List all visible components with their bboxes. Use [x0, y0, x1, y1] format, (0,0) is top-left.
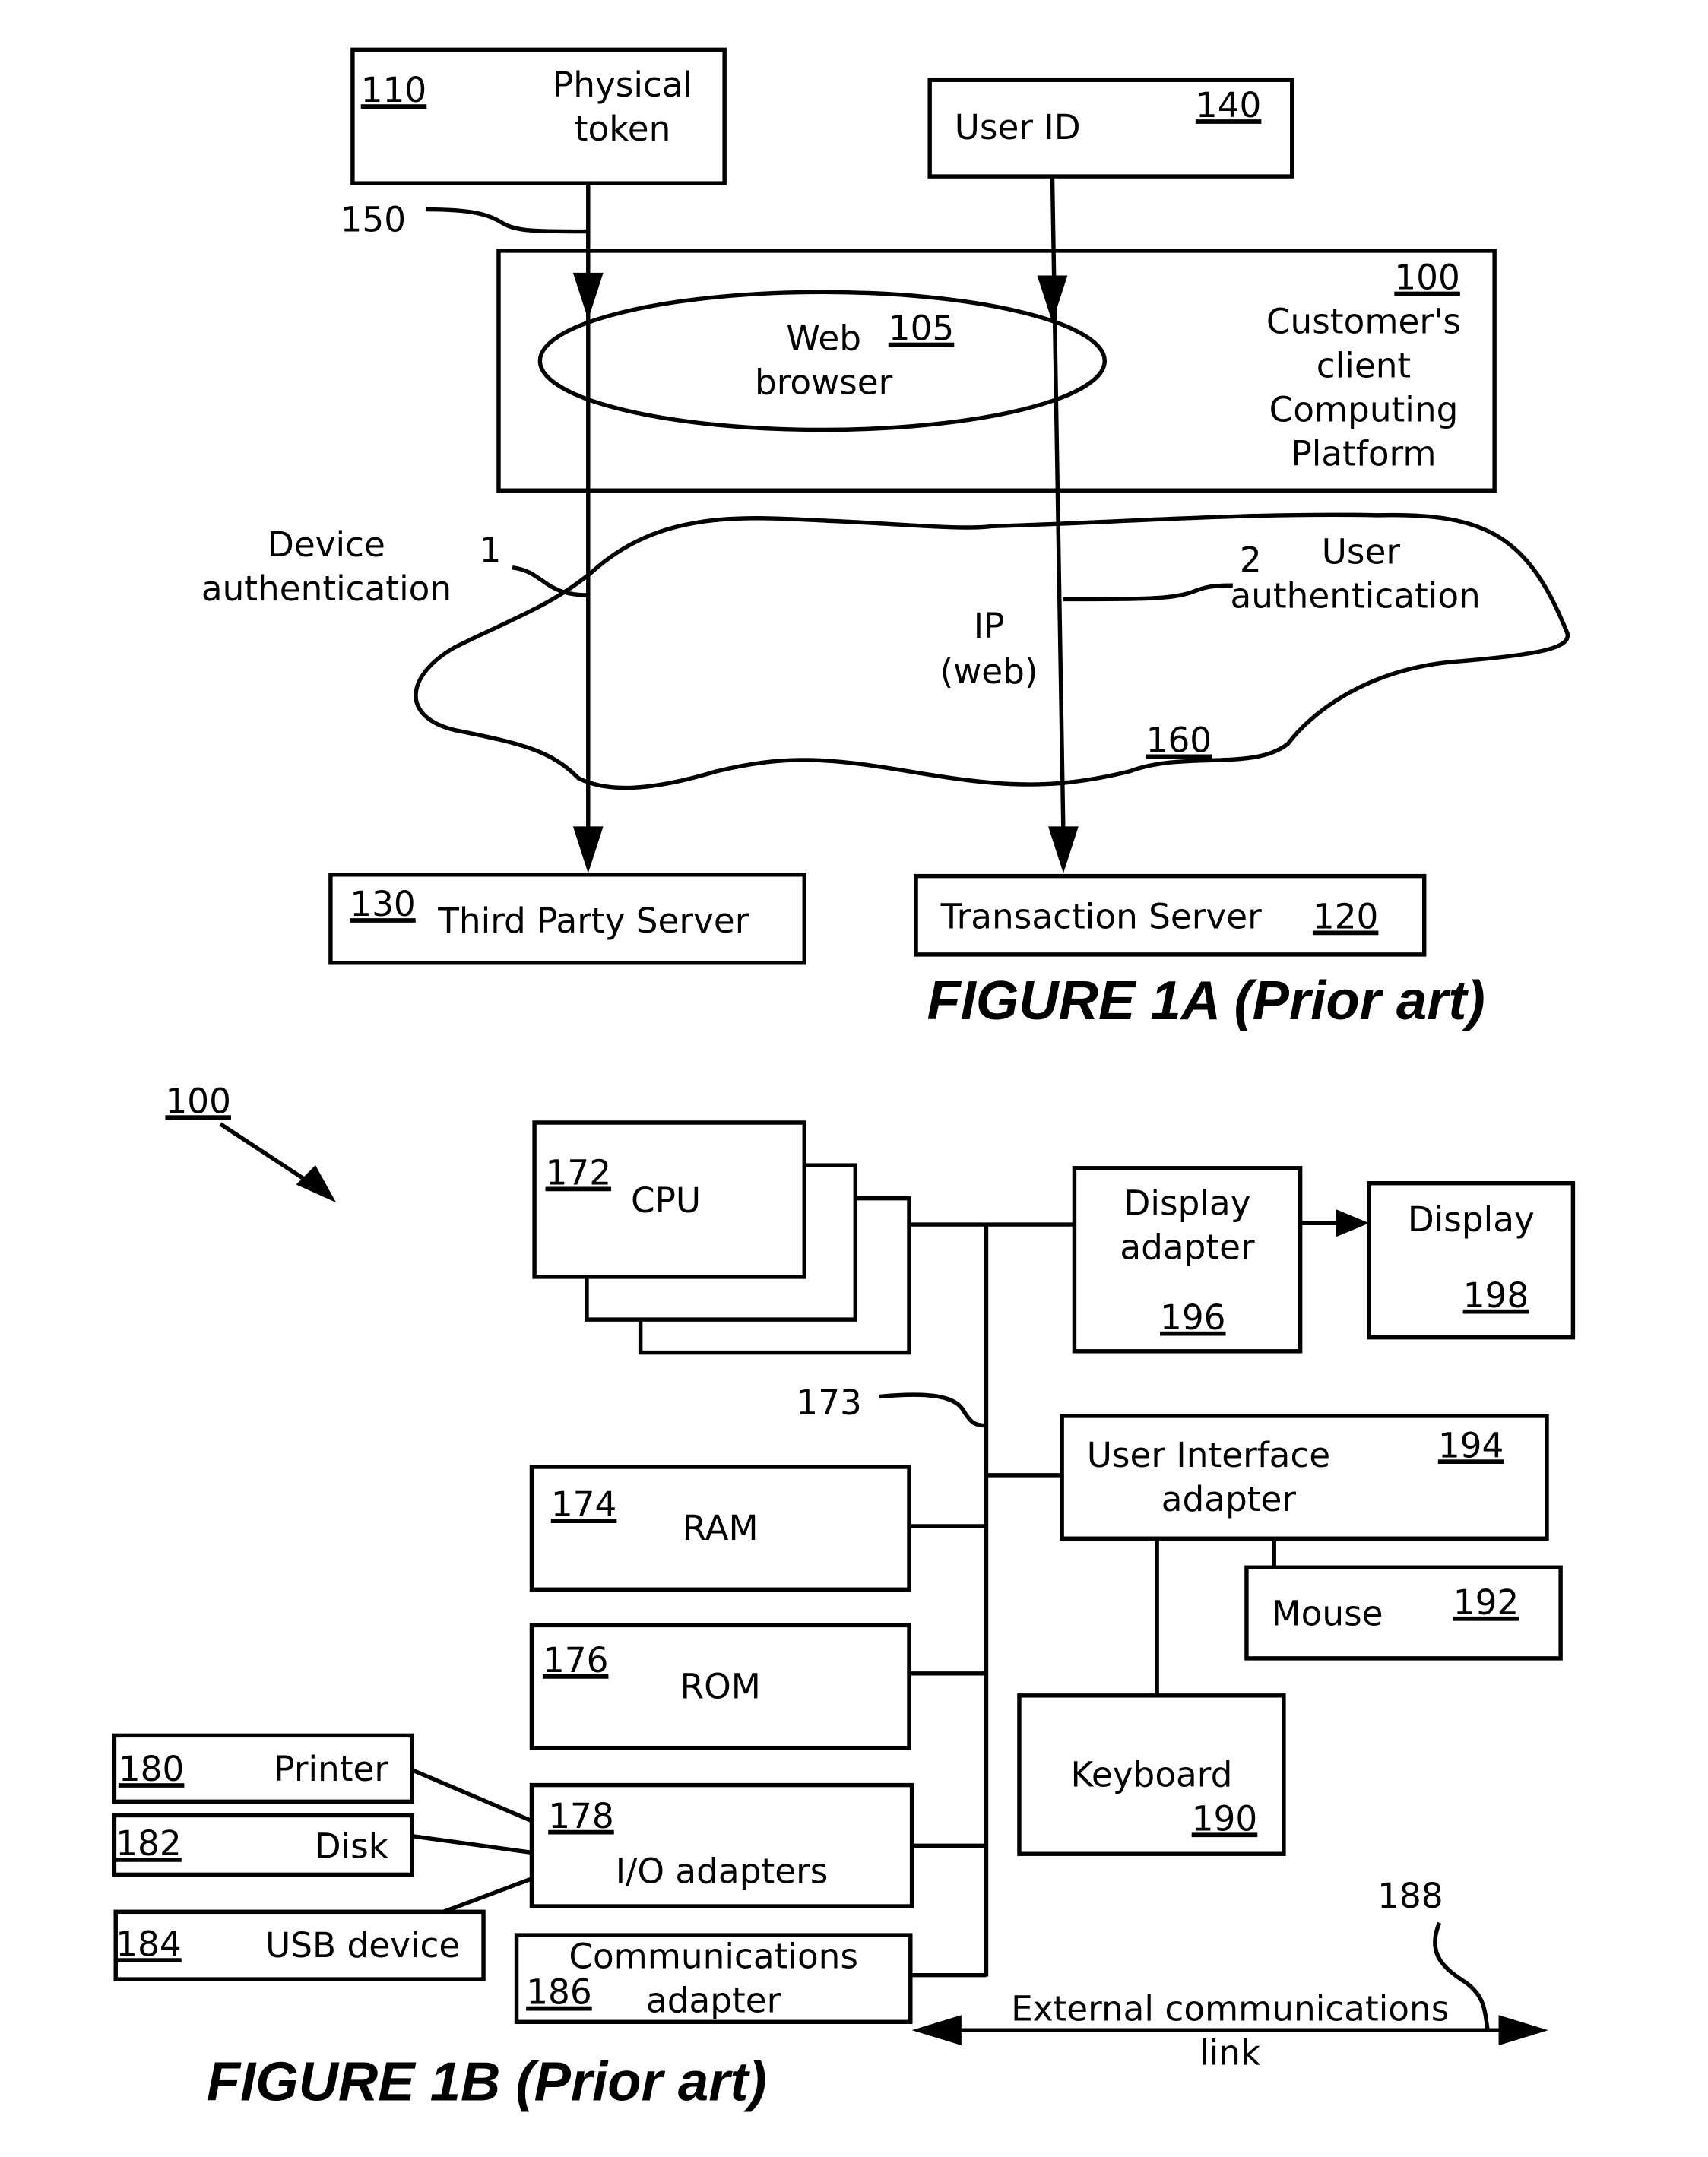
platform-line2: client — [1317, 346, 1411, 386]
link-disk-io — [411, 1833, 532, 1855]
system-ref-100: 100 — [165, 1081, 230, 1121]
user-id-label: User ID — [955, 107, 1081, 147]
arrowhead-right-icon — [1336, 1209, 1370, 1237]
arrowhead-down-icon — [572, 826, 604, 873]
user-auth-line2: authentication — [1230, 575, 1480, 616]
ui-adapter-line1: User Interface — [1087, 1435, 1330, 1475]
keyboard-label: Keyboard — [1070, 1754, 1232, 1794]
display-adapter-line1: Display — [1124, 1183, 1251, 1223]
ref-174: 174 — [551, 1484, 616, 1525]
ref-140: 140 — [1196, 85, 1261, 125]
arrowhead-right-icon — [1498, 2015, 1548, 2046]
rom-label: ROM — [680, 1666, 761, 1706]
ui-adapter-box: User Interface adapter 194 — [1060, 1414, 1549, 1541]
disk-label: Disk — [315, 1826, 389, 1867]
physical-token-line1: Physical — [553, 65, 692, 105]
ref-110: 110 — [361, 70, 426, 110]
display-label: Display — [1408, 1199, 1535, 1240]
arrowhead-icon — [296, 1165, 337, 1203]
ref-196: 196 — [1160, 1297, 1225, 1338]
display-adapter-line2: adapter — [1120, 1227, 1255, 1267]
ref-130: 130 — [350, 884, 415, 924]
ref-100: 100 — [1394, 258, 1459, 298]
ref-172: 172 — [546, 1153, 611, 1193]
comm-adapter-line1: Communications — [569, 1937, 858, 1977]
figure-1b-caption: FIGURE 1B (Prior art) — [207, 2051, 767, 2113]
client-platform-box: 100 Customer's client Computing Platform — [496, 249, 1497, 493]
network-line1: IP — [974, 606, 1005, 646]
ref-184: 184 — [116, 1924, 181, 1964]
figure-1b: 100 172 CPU 173 Display adapter 196 Disp… — [112, 1081, 1576, 2113]
communications-adapter-box: Communications 186 adapter — [514, 1933, 913, 2025]
ram-label: RAM — [683, 1508, 759, 1548]
disk-box: 182 Disk — [112, 1813, 414, 1877]
callout-2-line — [1063, 583, 1233, 602]
display-adapter-box: Display adapter 196 — [1072, 1166, 1303, 1354]
transaction-label: Transaction Server — [940, 896, 1262, 936]
ref-160: 160 — [1146, 721, 1212, 761]
printer-label: Printer — [274, 1749, 388, 1789]
io-adapters-label: I/O adapters — [616, 1851, 829, 1891]
cpu-box-stack: 172 CPU — [532, 1120, 911, 1355]
link-usb-io — [442, 1877, 533, 1914]
ref-198: 198 — [1463, 1275, 1529, 1316]
user-auth-line1: User — [1322, 531, 1401, 572]
ram-box: 174 RAM — [529, 1465, 911, 1592]
display-box: Display 198 — [1367, 1181, 1576, 1340]
mouse-box: Mouse 192 — [1244, 1565, 1563, 1661]
system-pointer-line — [219, 1122, 318, 1189]
device-auth-line1: Device — [268, 524, 385, 565]
patent-figure-sheet: 110 Physical token User ID 140 150 100 C… — [112, 47, 1576, 2113]
device-auth-number: 1 — [480, 530, 502, 570]
third-party-server-box: 130 Third Party Server — [328, 873, 806, 965]
figure-1a: 110 Physical token User ID 140 150 100 C… — [201, 47, 1570, 1031]
platform-line1: Customer's — [1266, 302, 1461, 342]
user-auth-number: 2 — [1240, 540, 1262, 580]
ref-176: 176 — [543, 1640, 608, 1680]
printer-box: 180 Printer — [112, 1733, 414, 1804]
user-id-box: User ID 140 — [927, 78, 1294, 179]
ref-150: 150 — [341, 200, 406, 240]
rom-box: 176 ROM — [529, 1623, 911, 1750]
callout-173-line — [878, 1392, 987, 1428]
io-adapters-box: 178 I/O adapters — [529, 1782, 914, 1908]
browser-line2: browser — [755, 362, 893, 402]
network-line2: (web) — [940, 651, 1038, 692]
external-link-line2: link — [1199, 2032, 1261, 2073]
external-link-line1: External communications — [1011, 1988, 1449, 2029]
physical-token-line2: token — [575, 109, 671, 149]
ref-178: 178 — [548, 1796, 613, 1836]
transaction-server-box: Transaction Server 120 — [914, 873, 1427, 957]
cpu-label: CPU — [631, 1180, 701, 1221]
platform-line3: Computing — [1269, 390, 1459, 430]
ref-120: 120 — [1313, 896, 1378, 936]
ref-180: 180 — [119, 1749, 184, 1789]
ref-194: 194 — [1438, 1425, 1504, 1465]
ref-173: 173 — [796, 1383, 861, 1423]
callout-150-line — [425, 207, 587, 234]
ref-188: 188 — [1377, 1876, 1443, 1916]
mouse-label: Mouse — [1272, 1593, 1383, 1633]
callout-1-line — [512, 565, 587, 597]
platform-line4: Platform — [1291, 434, 1436, 474]
usb-device-box: 184 USB device — [113, 1909, 486, 1981]
ref-192: 192 — [1453, 1582, 1519, 1623]
ref-190: 190 — [1192, 1798, 1257, 1839]
comm-adapter-line2: adapter — [646, 1981, 781, 2021]
browser-line1: Web — [786, 318, 861, 358]
link-printer-io — [410, 1768, 533, 1823]
arrowhead-left-icon — [911, 2015, 962, 2046]
ui-adapter-line2: adapter — [1161, 1479, 1297, 1519]
physical-token-box: 110 Physical token — [350, 47, 727, 185]
keyboard-box: Keyboard 190 — [1017, 1693, 1286, 1856]
device-auth-line2: authentication — [201, 569, 452, 609]
ref-182: 182 — [116, 1823, 181, 1864]
usb-device-label: USB device — [265, 1925, 460, 1965]
third-party-label: Third Party Server — [437, 901, 749, 941]
figure-1a-caption: FIGURE 1A (Prior art) — [927, 970, 1485, 1031]
ref-186: 186 — [526, 1972, 591, 2013]
arrowhead-down-icon — [1048, 826, 1079, 873]
ref-105: 105 — [889, 309, 954, 349]
